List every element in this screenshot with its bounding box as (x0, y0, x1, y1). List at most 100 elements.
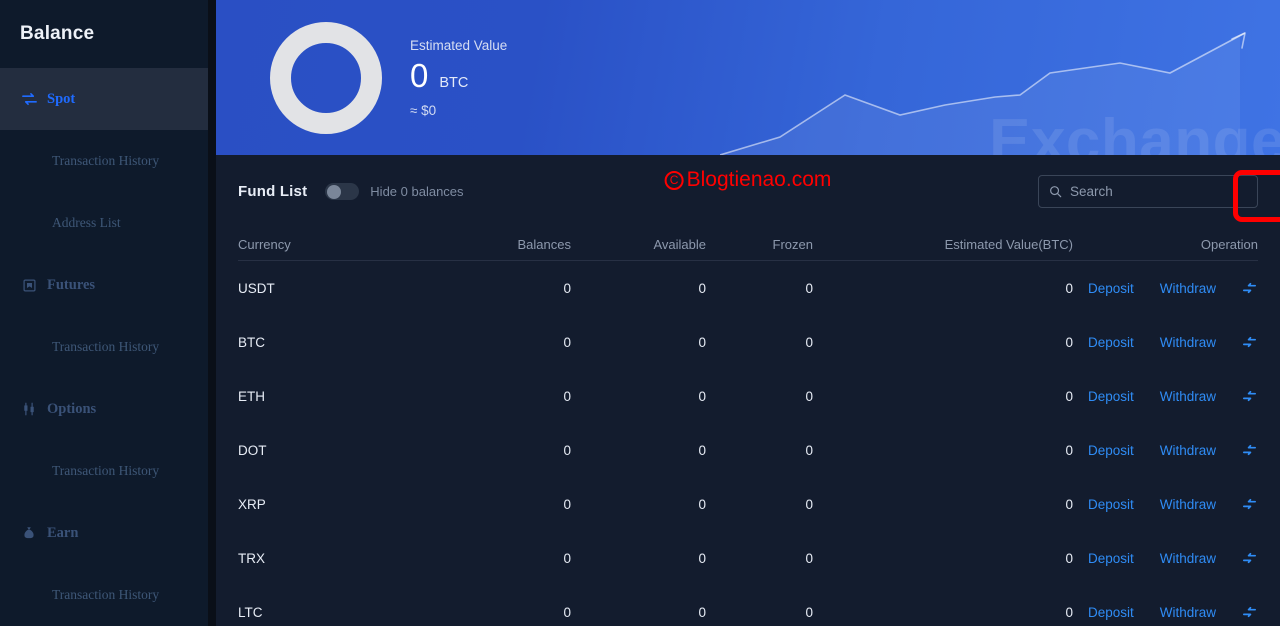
table-row: BTC0000DepositWithdraw (238, 315, 1258, 369)
withdraw-link-usdt[interactable]: Withdraw (1160, 281, 1216, 296)
cell-frozen: 0 (706, 281, 813, 296)
hide-zero-balances-toggle[interactable] (325, 183, 359, 200)
fund-list-toolbar: Fund List Hide 0 balances C Blogtienao.c… (216, 155, 1280, 228)
transfer-arrows-icon[interactable] (1240, 279, 1258, 297)
balance-banner: Exchange Estimated Value 0 BTC ≈ $0 (216, 0, 1280, 155)
cell-estimated-value: 0 (813, 281, 1073, 296)
transfer-arrows-icon[interactable] (1240, 495, 1258, 513)
money-bag-icon (20, 524, 38, 542)
cell-available: 0 (571, 335, 706, 350)
deposit-link-btc[interactable]: Deposit (1088, 335, 1134, 350)
cell-currency: USDT (238, 281, 434, 296)
balance-usd-value: ≈ $0 (410, 103, 507, 118)
cell-operations: Deposit Withdraw (1073, 279, 1258, 297)
search-container (1038, 175, 1258, 208)
table-row: XRP0000DepositWithdraw (238, 477, 1258, 531)
withdraw-link-eth[interactable]: Withdraw (1160, 389, 1216, 404)
sidebar-subitem-label: Address List (52, 215, 121, 231)
balance-info: Estimated Value 0 BTC ≈ $0 (410, 38, 507, 118)
balance-unit: BTC (439, 75, 468, 91)
search-input[interactable] (1070, 184, 1247, 199)
cell-operations: Deposit Withdraw (1073, 603, 1258, 621)
search-icon (1049, 185, 1062, 198)
cell-available: 0 (571, 389, 706, 404)
sidebar-item-futures-transaction-history[interactable]: Transaction History (0, 316, 208, 378)
cell-available: 0 (571, 605, 706, 620)
cell-currency: XRP (238, 497, 434, 512)
app-root: Balance Spot Transaction History Address… (0, 0, 1280, 626)
cell-operations: Deposit Withdraw (1073, 549, 1258, 567)
withdraw-link-trx[interactable]: Withdraw (1160, 551, 1216, 566)
sidebar-item-address-list[interactable]: Address List (0, 192, 208, 254)
sidebar-item-label: Spot (47, 91, 75, 108)
cell-available: 0 (571, 497, 706, 512)
table-body: USDT0000DepositWithdrawBTC0000DepositWit… (238, 261, 1258, 626)
sidebar-item-earn[interactable]: Earn (0, 502, 208, 564)
cell-estimated-value: 0 (813, 497, 1073, 512)
cell-balances: 0 (434, 605, 571, 620)
sidebar-item-label: Futures (47, 277, 95, 294)
table-row: ETH0000DepositWithdraw (238, 369, 1258, 423)
withdraw-link-ltc[interactable]: Withdraw (1160, 605, 1216, 620)
hide-zero-balances-label: Hide 0 balances (370, 184, 463, 199)
withdraw-link-dot[interactable]: Withdraw (1160, 443, 1216, 458)
withdraw-link-btc[interactable]: Withdraw (1160, 335, 1216, 350)
fund-list-title: Fund List (238, 183, 307, 200)
column-header-balances: Balances (434, 237, 571, 252)
transfer-arrows-icon[interactable] (1240, 603, 1258, 621)
deposit-link-usdt[interactable]: Deposit (1088, 281, 1134, 296)
search-box[interactable] (1038, 175, 1258, 208)
cell-frozen: 0 (706, 335, 813, 350)
transfer-arrows-icon[interactable] (1240, 387, 1258, 405)
cell-frozen: 0 (706, 605, 813, 620)
banner-watermark-text: Exchange (989, 106, 1280, 155)
transfer-arrows-icon[interactable] (1240, 549, 1258, 567)
balance-donut-chart (270, 22, 382, 134)
sidebar-item-spot[interactable]: Spot (0, 68, 208, 130)
transfer-arrows-icon[interactable] (1240, 441, 1258, 459)
transfer-arrows-icon[interactable] (1240, 333, 1258, 351)
table-row: TRX0000DepositWithdraw (238, 531, 1258, 585)
sidebar-item-earn-transaction-history[interactable]: Transaction History (0, 564, 208, 626)
column-header-operation: Operation (1073, 237, 1258, 252)
page-title: Balance (0, 0, 208, 68)
table-row: DOT0000DepositWithdraw (238, 423, 1258, 477)
site-watermark-text: Blogtienao.com (687, 168, 832, 192)
cell-operations: Deposit Withdraw (1073, 387, 1258, 405)
cell-available: 0 (571, 443, 706, 458)
sidebar-subitem-label: Transaction History (52, 587, 159, 603)
cell-balances: 0 (434, 497, 571, 512)
cell-balances: 0 (434, 443, 571, 458)
cell-frozen: 0 (706, 443, 813, 458)
toggle-knob (327, 185, 341, 199)
cell-available: 0 (571, 551, 706, 566)
sidebar-item-options-transaction-history[interactable]: Transaction History (0, 440, 208, 502)
sidebar-item-futures[interactable]: Futures (0, 254, 208, 316)
estimated-value-label: Estimated Value (410, 38, 507, 53)
cell-operations: Deposit Withdraw (1073, 333, 1258, 351)
sidebar-subitem-label: Transaction History (52, 339, 159, 355)
table-row: USDT0000DepositWithdraw (238, 261, 1258, 315)
cell-frozen: 0 (706, 389, 813, 404)
cell-balances: 0 (434, 389, 571, 404)
sidebar-item-label: Options (47, 401, 96, 418)
deposit-link-xrp[interactable]: Deposit (1088, 497, 1134, 512)
cell-currency: BTC (238, 335, 434, 350)
withdraw-link-xrp[interactable]: Withdraw (1160, 497, 1216, 512)
table-row: LTC0000DepositWithdraw (238, 585, 1258, 626)
cell-estimated-value: 0 (813, 605, 1073, 620)
deposit-link-eth[interactable]: Deposit (1088, 389, 1134, 404)
cell-currency: DOT (238, 443, 434, 458)
deposit-link-dot[interactable]: Deposit (1088, 443, 1134, 458)
cell-estimated-value: 0 (813, 335, 1073, 350)
banner-trend-chart (720, 5, 1280, 155)
sidebar-item-spot-transaction-history[interactable]: Transaction History (0, 130, 208, 192)
sidebar-item-options[interactable]: Options (0, 378, 208, 440)
cell-balances: 0 (434, 335, 571, 350)
main-content: Exchange Estimated Value 0 BTC ≈ $0 Fund… (216, 0, 1280, 626)
deposit-link-trx[interactable]: Deposit (1088, 551, 1134, 566)
column-header-estimated-value: Estimated Value(BTC) (813, 237, 1073, 252)
cell-estimated-value: 0 (813, 389, 1073, 404)
deposit-link-ltc[interactable]: Deposit (1088, 605, 1134, 620)
fund-list-table: Currency Balances Available Frozen Estim… (216, 228, 1280, 626)
